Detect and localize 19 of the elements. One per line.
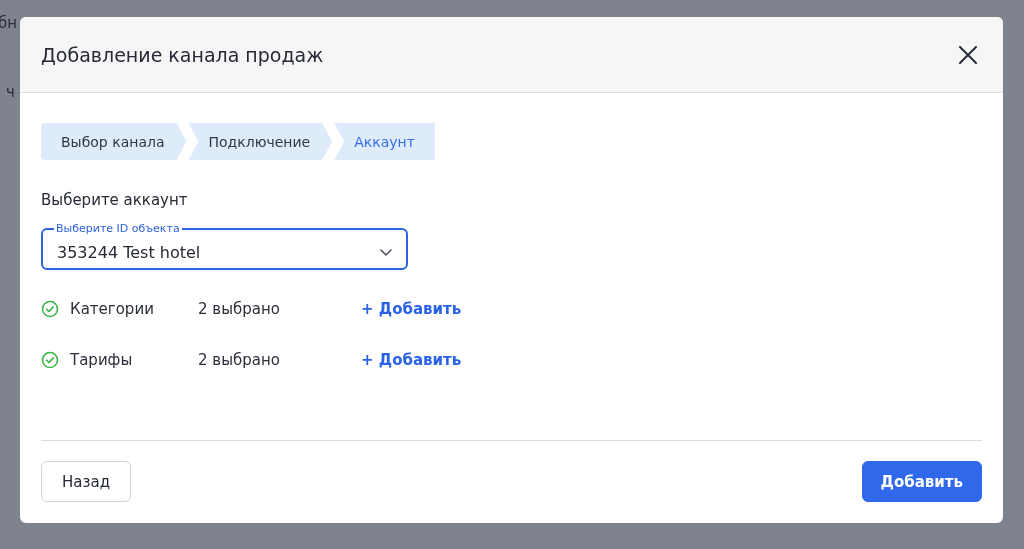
step-tab[interactable]: Аккаунт bbox=[334, 123, 435, 160]
background-text: ч bbox=[6, 83, 16, 101]
add-link[interactable]: + Добавить bbox=[361, 300, 462, 318]
step-tab[interactable]: Выбор канала bbox=[41, 123, 187, 160]
add-link[interactable]: + Добавить bbox=[361, 351, 462, 369]
close-icon bbox=[957, 43, 979, 66]
add-button[interactable]: Добавить bbox=[861, 461, 982, 502]
step-tab[interactable]: Подключение bbox=[188, 123, 333, 160]
item-label: Тарифы bbox=[70, 351, 134, 369]
selected-count: 2 выбрано bbox=[198, 300, 281, 318]
back-button[interactable]: Назад bbox=[41, 461, 131, 502]
select-value: 353244 Test hotel bbox=[57, 242, 201, 262]
select-label: Выберите ID объекта bbox=[54, 222, 182, 236]
chevron-down-icon bbox=[380, 248, 392, 256]
selected-count: 2 выбрано bbox=[198, 351, 281, 369]
item-label: Категории bbox=[70, 300, 155, 318]
dialog-title: Добавление канала продаж bbox=[41, 43, 324, 66]
close-button[interactable] bbox=[957, 43, 979, 66]
section-title: Выберите аккаунт bbox=[41, 191, 189, 209]
